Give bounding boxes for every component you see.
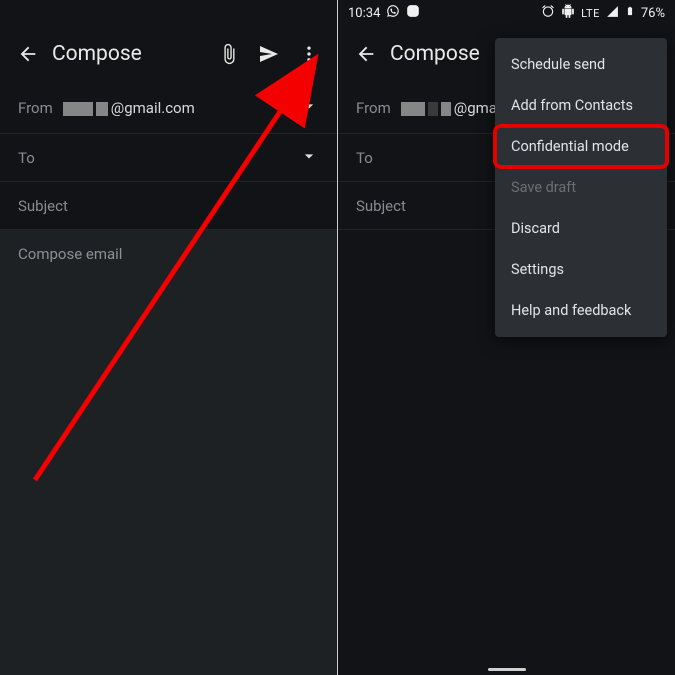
- from-row[interactable]: From @gmail.com: [0, 82, 337, 134]
- instagram-icon: [406, 4, 420, 22]
- from-redacted: [63, 99, 111, 117]
- status-bar: 10:34 LTE: [338, 0, 675, 26]
- status-battery: 76%: [641, 6, 665, 21]
- menu-help-feedback[interactable]: Help and feedback: [495, 290, 667, 331]
- subject-row[interactable]: Subject: [0, 182, 337, 230]
- android-debug-icon: [561, 4, 575, 22]
- whatsapp-icon: [386, 4, 400, 22]
- compose-body[interactable]: Compose email: [0, 230, 337, 675]
- status-bar: [0, 0, 337, 26]
- to-label: To: [356, 149, 373, 167]
- status-lte: LTE: [581, 7, 600, 20]
- signal-icon: [606, 5, 619, 22]
- menu-add-from-contacts[interactable]: Add from Contacts: [495, 85, 667, 126]
- from-label: From: [18, 99, 53, 117]
- from-email: @gmai: [454, 99, 501, 117]
- overflow-menu: Schedule send Add from Contacts Confiden…: [495, 38, 667, 337]
- to-row[interactable]: To: [0, 134, 337, 182]
- send-button[interactable]: [249, 34, 289, 74]
- menu-confidential-mode[interactable]: Confidential mode: [495, 126, 667, 167]
- subject-label: Subject: [356, 197, 406, 215]
- phone-right: 10:34 LTE: [338, 0, 675, 675]
- back-button[interactable]: [346, 34, 386, 74]
- phone-left: Compose From @gmail.com To: [0, 0, 337, 675]
- status-time: 10:34: [348, 6, 380, 21]
- body-placeholder: Compose email: [18, 245, 122, 263]
- gesture-nav-pill: [488, 668, 526, 671]
- menu-settings[interactable]: Settings: [495, 249, 667, 290]
- to-label: To: [18, 149, 35, 167]
- compose-title: Compose: [52, 42, 209, 66]
- alarm-icon: [541, 4, 555, 22]
- more-options-button[interactable]: [289, 34, 329, 74]
- from-label: From: [356, 99, 391, 117]
- from-email: @gmail.com: [111, 99, 195, 117]
- chevron-down-icon: [299, 96, 319, 120]
- battery-icon: [625, 4, 635, 22]
- compose-toolbar: Compose: [0, 26, 337, 82]
- subject-label: Subject: [18, 197, 68, 215]
- attach-button[interactable]: [209, 34, 249, 74]
- from-redacted: [401, 99, 454, 117]
- chevron-down-icon: [299, 146, 319, 170]
- menu-save-draft: Save draft: [495, 167, 667, 208]
- menu-schedule-send[interactable]: Schedule send: [495, 44, 667, 85]
- menu-discard[interactable]: Discard: [495, 208, 667, 249]
- back-button[interactable]: [8, 34, 48, 74]
